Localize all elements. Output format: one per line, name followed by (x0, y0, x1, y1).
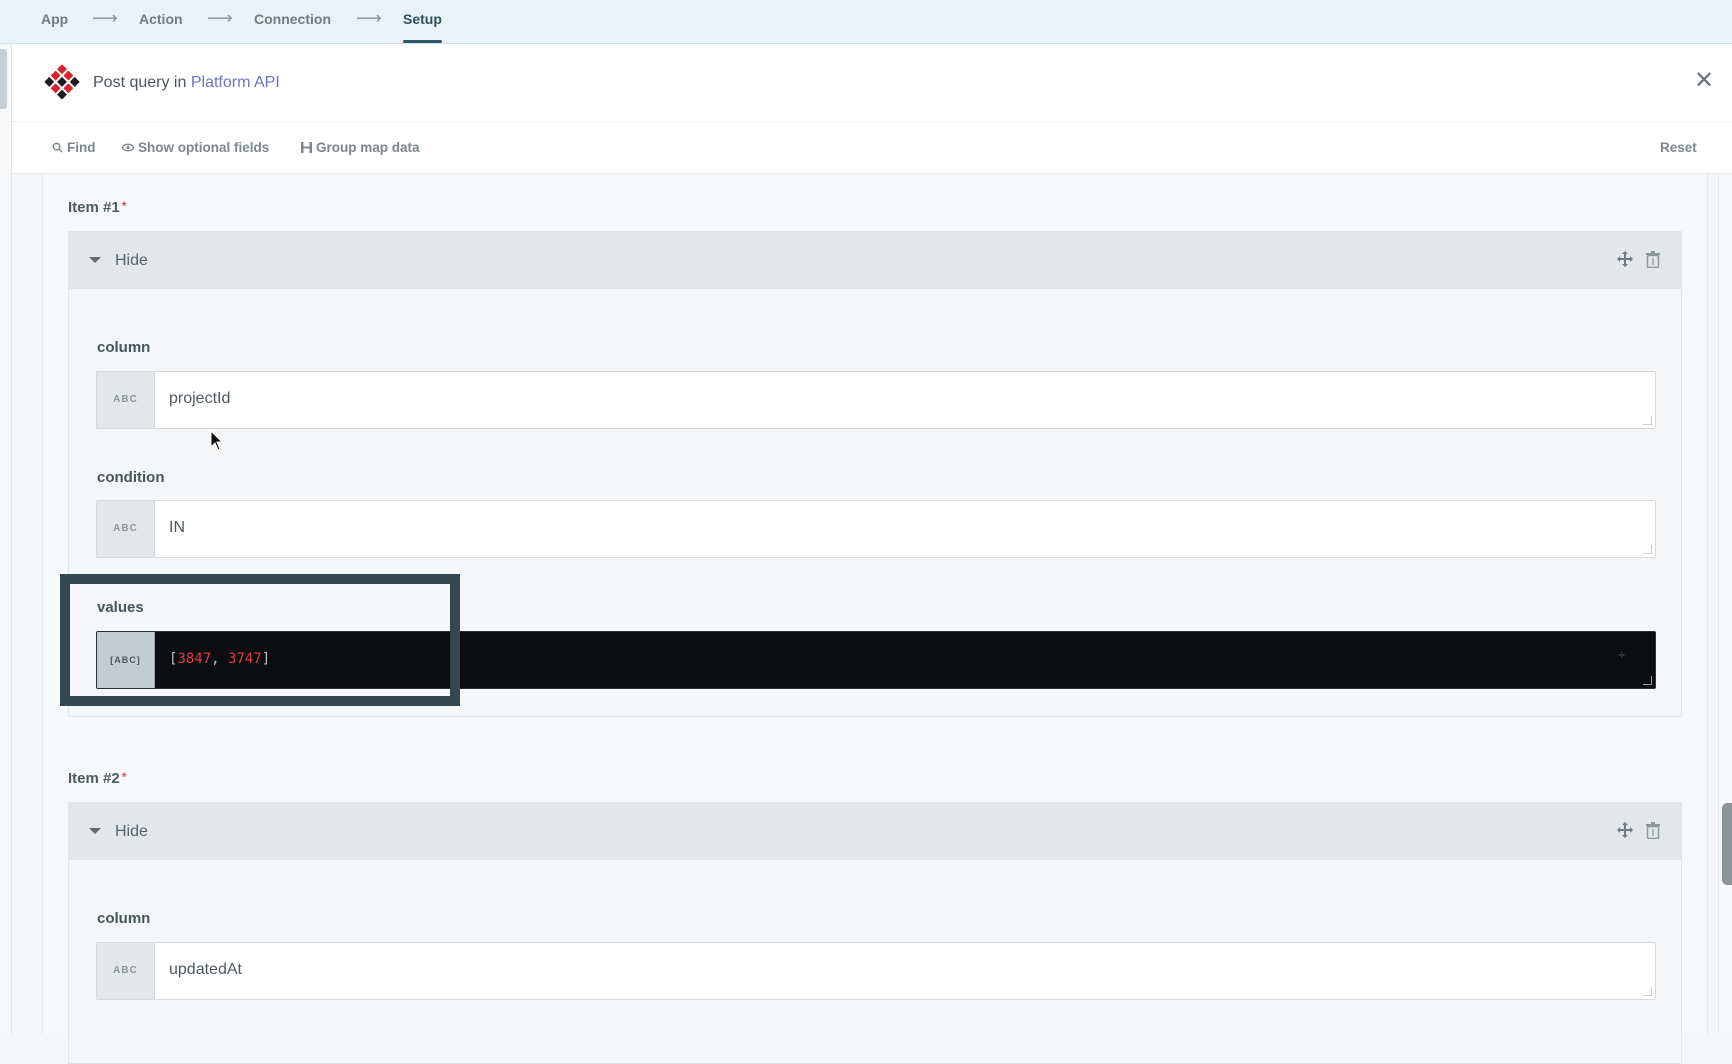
group-icon (301, 142, 312, 153)
move-icon[interactable] (1616, 250, 1634, 268)
active-step-indicator (403, 40, 442, 43)
breadcrumb-connection[interactable]: Connection (254, 11, 331, 27)
step-header: Post query in Platform API ✕ (12, 44, 1732, 122)
text-type-badge: ABC (97, 501, 155, 557)
item-1-header[interactable]: Hide (69, 232, 1681, 289)
show-optional-fields-button[interactable]: Show optional fields (122, 140, 269, 155)
caret-down-icon[interactable] (89, 828, 101, 834)
array-type-badge: [ABC] (97, 632, 155, 688)
resize-handle-icon[interactable] (1643, 416, 1652, 425)
hide-toggle[interactable]: Hide (115, 823, 148, 841)
condition-label: condition (97, 469, 165, 486)
text-type-badge: ABC (97, 943, 155, 999)
column-label: column (97, 910, 151, 927)
values-input[interactable]: [ABC] [3847, 3747] ÷ (96, 631, 1656, 689)
left-scrollbar[interactable] (0, 44, 12, 1034)
item-2-panel: Hide column ABC updatedAt (68, 802, 1682, 1064)
resize-handle-icon[interactable] (1643, 676, 1652, 685)
item-2-header[interactable]: Hide (69, 803, 1681, 860)
condition-value: IN (169, 519, 185, 536)
step-title: Post query in Platform API (93, 74, 280, 92)
item-1-title: Item #1 (68, 199, 120, 216)
app-name-link[interactable]: Platform API (191, 74, 280, 91)
left-scroll-thumb[interactable] (0, 49, 7, 109)
group-map-label: Group map data (316, 140, 420, 155)
resize-handle-icon[interactable] (1643, 987, 1652, 996)
close-button[interactable]: ✕ (1692, 69, 1716, 93)
expand-icon[interactable]: ÷ (1618, 649, 1625, 661)
hide-toggle[interactable]: Hide (115, 252, 148, 270)
mouse-cursor-icon (210, 430, 224, 451)
arrow-right-icon: ⟶ (92, 8, 118, 28)
values-value: [3847, 3747] (169, 651, 270, 667)
show-optional-label: Show optional fields (138, 140, 270, 155)
caret-down-icon[interactable] (89, 257, 101, 263)
arrow-right-icon: ⟶ (356, 8, 382, 28)
title-prefix: Post query in (93, 74, 187, 91)
close-icon: ✕ (1693, 67, 1715, 94)
required-indicator: * (121, 199, 127, 213)
array-value-2: 3747 (228, 651, 262, 667)
required-indicator: * (121, 770, 127, 784)
trash-icon[interactable] (1646, 251, 1660, 268)
item-1-panel: Hide column ABC projectId condition ABC … (68, 231, 1682, 717)
find-button[interactable]: Find (52, 140, 96, 155)
column-label: column (97, 339, 151, 356)
condition-input[interactable]: ABC IN (96, 500, 1656, 558)
group-map-data-button[interactable]: Group map data (301, 140, 420, 155)
eye-icon (122, 143, 134, 152)
item-2-label: Item #2 * (68, 770, 126, 787)
move-icon[interactable] (1616, 821, 1634, 839)
values-label: values (97, 599, 144, 616)
column-input[interactable]: ABC updatedAt (96, 942, 1656, 1000)
resize-handle-icon[interactable] (1643, 545, 1652, 554)
toolbar: Find Show optional fields Group map data… (12, 122, 1732, 174)
text-type-badge: ABC (97, 372, 155, 428)
breadcrumb-app[interactable]: App (41, 11, 68, 27)
breadcrumb: App ⟶ Action ⟶ Connection ⟶ Setup (0, 0, 1732, 44)
column-input[interactable]: ABC projectId (96, 371, 1656, 429)
item-2-title: Item #2 (68, 770, 120, 787)
array-value-1: 3847 (177, 651, 212, 667)
scrollbar-track[interactable] (1718, 174, 1732, 1034)
separator: , (211, 651, 229, 667)
scrollbar-thumb[interactable] (1722, 803, 1732, 885)
column-value: projectId (169, 390, 231, 407)
breadcrumb-setup[interactable]: Setup (403, 11, 442, 27)
breadcrumb-action[interactable]: Action (139, 11, 183, 27)
app-logo-icon (44, 64, 80, 100)
trash-icon[interactable] (1646, 822, 1660, 839)
column-value: updatedAt (169, 961, 242, 978)
bracket-close: ] (261, 651, 271, 667)
find-label: Find (67, 140, 96, 155)
search-icon (52, 142, 63, 153)
reset-button[interactable]: Reset (1660, 140, 1697, 155)
arrow-right-icon: ⟶ (207, 8, 233, 28)
item-1-label: Item #1 * (68, 199, 126, 216)
